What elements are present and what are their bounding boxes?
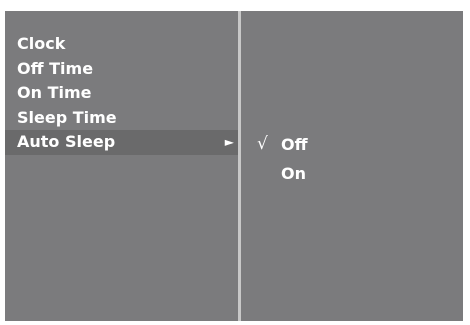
option-off[interactable]: √ Off: [241, 130, 463, 159]
option-label: On: [281, 164, 306, 183]
menu-item-clock[interactable]: Clock: [5, 32, 238, 57]
auto-sleep-options: √ Off On: [241, 130, 463, 188]
menu-item-label: Sleep Time: [17, 107, 117, 127]
settings-screen: Clock Off Time On Time Sleep Time Auto S…: [5, 11, 463, 321]
menu-item-on-time[interactable]: On Time: [5, 81, 238, 106]
menu-item-label: Auto Sleep: [17, 132, 116, 151]
option-label: Off: [281, 135, 308, 154]
menu-item-auto-sleep[interactable]: Auto Sleep ►: [5, 130, 238, 155]
menu-item-label: Off Time: [17, 58, 94, 78]
menu-item-label: Clock: [17, 34, 66, 53]
check-mark-icon: √: [257, 134, 268, 154]
right-triangle-arrow-icon: ►: [224, 135, 234, 149]
menu-item-off-time[interactable]: Off Time: [5, 57, 238, 82]
menu-item-sleep-time[interactable]: Sleep Time: [5, 106, 238, 131]
settings-menu: Clock Off Time On Time Sleep Time Auto S…: [5, 32, 238, 155]
option-on[interactable]: On: [241, 159, 463, 188]
menu-item-label: On Time: [17, 83, 92, 102]
